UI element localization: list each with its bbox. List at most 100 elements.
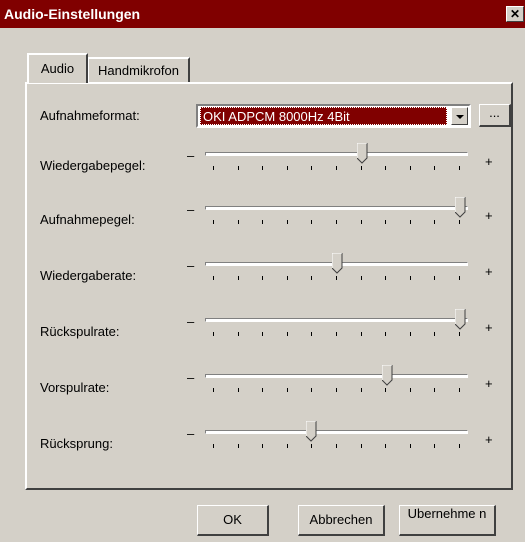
slider-label: Wiedergabepegel:: [40, 158, 146, 173]
slider-ticks: [213, 388, 460, 394]
tab-audio-label: Audio: [40, 61, 75, 76]
minus-sign: –: [187, 314, 195, 329]
tick-mark: [360, 332, 362, 336]
tick-mark: [409, 444, 411, 448]
plus-sign: +: [485, 432, 493, 447]
tick-mark: [409, 166, 411, 170]
tick-mark: [213, 332, 214, 336]
tick-mark: [262, 276, 264, 280]
slider-track[interactable]: [205, 152, 468, 156]
minus-sign: –: [187, 258, 195, 273]
tick-mark: [262, 388, 264, 392]
tick-mark: [237, 388, 239, 392]
plus-sign: +: [485, 208, 493, 223]
tick-mark: [360, 444, 362, 448]
tab-handmikrofon[interactable]: Handmikrofon: [87, 57, 190, 83]
tick-mark: [213, 220, 214, 224]
slider-track[interactable]: [205, 206, 468, 210]
tick-mark: [434, 276, 436, 280]
tick-mark: [237, 444, 239, 448]
tick-mark: [434, 332, 436, 336]
tick-mark: [385, 220, 387, 224]
slider-thumb[interactable]: [356, 142, 368, 164]
slider-track[interactable]: [205, 430, 468, 434]
title-bar: Audio-Einstellungen ✕: [0, 0, 525, 28]
plus-sign: +: [485, 264, 493, 279]
tick-mark: [311, 276, 313, 280]
ok-button[interactable]: OK: [197, 505, 269, 536]
tick-mark: [237, 166, 239, 170]
slider-thumb[interactable]: [454, 196, 466, 218]
slider-track[interactable]: [205, 318, 468, 322]
tick-mark: [434, 444, 436, 448]
tick-mark: [262, 220, 264, 224]
slider-label: Vorspulrate:: [40, 380, 110, 395]
tick-mark: [262, 332, 264, 336]
tick-mark: [336, 166, 337, 170]
tick-mark: [360, 220, 362, 224]
tick-mark: [385, 166, 387, 170]
tick-mark: [385, 388, 387, 392]
tick-mark: [286, 220, 288, 224]
cancel-button[interactable]: Abbrechen: [298, 505, 385, 536]
tick-mark: [213, 444, 214, 448]
slider-ticks: [213, 444, 460, 450]
tick-mark: [311, 444, 313, 448]
tick-mark: [459, 220, 460, 224]
slider-label: Rückspulrate:: [40, 324, 120, 339]
tick-mark: [213, 166, 214, 170]
tick-mark: [360, 276, 362, 280]
slider-label: Rücksprung:: [40, 436, 113, 451]
tick-mark: [311, 332, 313, 336]
tick-mark: [213, 276, 214, 280]
plus-sign: +: [485, 154, 493, 169]
tick-mark: [286, 332, 288, 336]
tick-mark: [311, 388, 313, 392]
slider-label: Wiedergaberate:: [40, 268, 137, 283]
tick-mark: [237, 220, 239, 224]
slider-ticks: [213, 166, 460, 172]
slider-thumb[interactable]: [331, 252, 343, 274]
tick-mark: [385, 276, 387, 280]
tick-mark: [360, 388, 362, 392]
slider-thumb[interactable]: [454, 308, 466, 330]
minus-sign: –: [187, 426, 195, 441]
tick-mark: [286, 388, 288, 392]
tick-mark: [434, 388, 436, 392]
tick-mark: [459, 388, 460, 392]
slider-ticks: [213, 220, 460, 226]
tick-mark: [360, 166, 362, 170]
tick-mark: [459, 166, 460, 170]
tab-handmikrofon-label: Handmikrofon: [98, 63, 179, 78]
close-button[interactable]: ✕: [506, 6, 524, 22]
close-icon: ✕: [509, 7, 521, 21]
tick-mark: [409, 332, 411, 336]
format-more-button[interactable]: ...: [479, 104, 511, 127]
tick-mark: [409, 276, 411, 280]
apply-button[interactable]: Ubernehme n: [399, 505, 496, 536]
tick-mark: [434, 166, 436, 170]
slider-thumb[interactable]: [381, 364, 393, 386]
tick-mark: [336, 388, 337, 392]
chevron-down-icon[interactable]: [451, 107, 468, 125]
tick-mark: [286, 276, 288, 280]
tick-mark: [459, 444, 460, 448]
minus-sign: –: [187, 202, 195, 217]
slider-track[interactable]: [205, 374, 468, 378]
slider-thumb[interactable]: [305, 420, 317, 442]
tick-mark: [459, 332, 460, 336]
window-title: Audio-Einstellungen: [4, 6, 141, 22]
tick-mark: [262, 166, 264, 170]
tick-mark: [237, 332, 239, 336]
tick-mark: [336, 220, 337, 224]
tick-mark: [237, 276, 239, 280]
tick-mark: [213, 388, 214, 392]
audio-panel: [25, 82, 513, 490]
tick-mark: [409, 220, 411, 224]
aufnahmeformat-dropdown[interactable]: OKI ADPCM 8000Hz 4Bit: [196, 104, 471, 128]
tick-mark: [385, 332, 387, 336]
tick-mark: [459, 276, 460, 280]
tick-mark: [409, 388, 411, 392]
tab-audio[interactable]: Audio: [27, 53, 88, 83]
minus-sign: –: [187, 148, 195, 163]
